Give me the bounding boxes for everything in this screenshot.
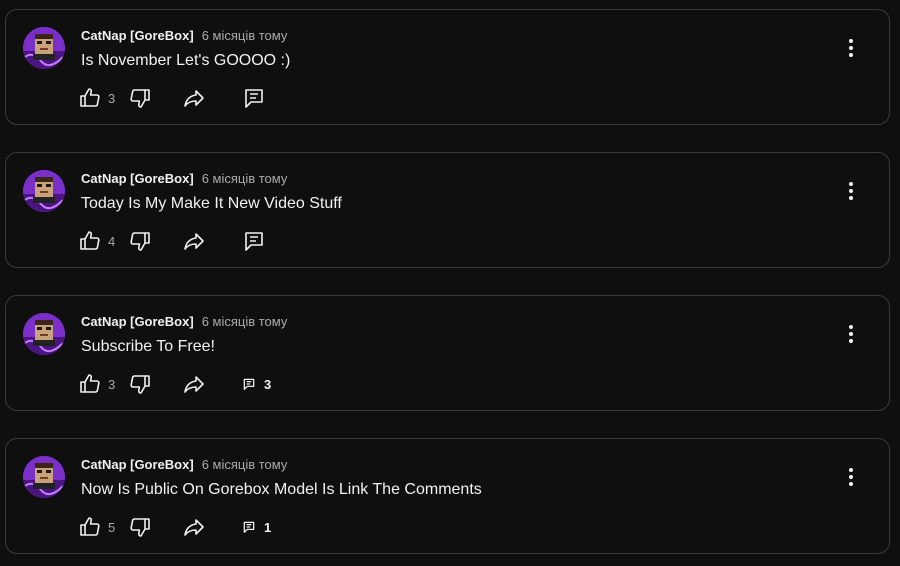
- author-name[interactable]: CatNap [GoreBox]: [81, 457, 194, 472]
- thumb-up-icon: [80, 88, 100, 107]
- post-menu-button[interactable]: [839, 36, 863, 60]
- community-post: CatNap [GoreBox] 6 місяців тому Subscrib…: [5, 295, 890, 411]
- post-header: CatNap [GoreBox] 6 місяців тому: [81, 457, 287, 472]
- thumb-up-icon: [80, 231, 100, 250]
- more-vertical-icon: [849, 182, 853, 200]
- more-vertical-icon: [849, 325, 853, 343]
- post-time[interactable]: 6 місяців тому: [202, 171, 288, 186]
- author-name[interactable]: CatNap [GoreBox]: [81, 28, 194, 43]
- comments-button[interactable]: 1: [242, 520, 271, 535]
- share-button[interactable]: [182, 515, 206, 539]
- share-icon: [184, 376, 204, 393]
- comment-icon: [245, 89, 263, 108]
- post-header: CatNap [GoreBox] 6 місяців тому: [81, 314, 287, 329]
- comments-button[interactable]: [242, 229, 266, 253]
- post-text: Is November Let's GOOOO :): [81, 52, 291, 69]
- like-count: 5: [108, 519, 116, 535]
- author-avatar[interactable]: [23, 456, 65, 498]
- comment-count: 3: [264, 376, 272, 392]
- community-post: CatNap [GoreBox] 6 місяців тому Today Is…: [5, 152, 890, 268]
- like-button[interactable]: 3: [78, 86, 124, 110]
- post-actions: 3: [78, 86, 266, 110]
- like-button[interactable]: 5: [78, 515, 124, 539]
- thumb-down-icon: [130, 89, 150, 108]
- like-button[interactable]: 4: [78, 229, 124, 253]
- dislike-button[interactable]: [128, 515, 152, 539]
- more-vertical-icon: [849, 468, 853, 486]
- share-button[interactable]: [182, 372, 206, 396]
- dislike-button[interactable]: [128, 86, 152, 110]
- thumb-down-icon: [130, 232, 150, 251]
- post-header: CatNap [GoreBox] 6 місяців тому: [81, 171, 287, 186]
- post-menu-button[interactable]: [839, 179, 863, 203]
- author-name[interactable]: CatNap [GoreBox]: [81, 314, 194, 329]
- share-icon: [184, 519, 204, 536]
- comment-icon: [245, 232, 263, 251]
- community-post: CatNap [GoreBox] 6 місяців тому Is Novem…: [5, 9, 890, 125]
- dislike-button[interactable]: [128, 372, 152, 396]
- like-count: 3: [108, 90, 116, 106]
- share-icon: [184, 233, 204, 250]
- post-actions: 3 3: [78, 372, 271, 396]
- thumb-up-icon: [80, 517, 100, 536]
- post-actions: 5 1: [78, 515, 271, 539]
- post-time[interactable]: 6 місяців тому: [202, 314, 288, 329]
- post-text: Now Is Public On Gorebox Model Is Link T…: [81, 481, 482, 498]
- dislike-button[interactable]: [128, 229, 152, 253]
- comments-button[interactable]: [242, 86, 266, 110]
- post-actions: 4: [78, 229, 266, 253]
- comment-count: 1: [264, 519, 272, 535]
- comment-icon: [243, 378, 255, 390]
- author-name[interactable]: CatNap [GoreBox]: [81, 171, 194, 186]
- author-avatar[interactable]: [23, 170, 65, 212]
- post-header: CatNap [GoreBox] 6 місяців тому: [81, 28, 287, 43]
- post-time[interactable]: 6 місяців тому: [202, 28, 288, 43]
- comments-button[interactable]: 3: [242, 377, 271, 392]
- thumb-down-icon: [130, 375, 150, 394]
- thumb-up-icon: [80, 374, 100, 393]
- author-avatar[interactable]: [23, 27, 65, 69]
- more-vertical-icon: [849, 39, 853, 57]
- post-menu-button[interactable]: [839, 322, 863, 346]
- post-text: Today Is My Make It New Video Stuff: [81, 195, 342, 212]
- like-count: 4: [108, 233, 116, 249]
- share-button[interactable]: [182, 86, 206, 110]
- community-post: CatNap [GoreBox] 6 місяців тому Now Is P…: [5, 438, 890, 554]
- like-button[interactable]: 3: [78, 372, 124, 396]
- share-button[interactable]: [182, 229, 206, 253]
- post-menu-button[interactable]: [839, 465, 863, 489]
- post-text: Subscribe To Free!: [81, 338, 215, 355]
- comment-icon: [243, 521, 255, 533]
- post-time[interactable]: 6 місяців тому: [202, 457, 288, 472]
- like-count: 3: [108, 376, 116, 392]
- share-icon: [184, 90, 204, 107]
- thumb-down-icon: [130, 518, 150, 537]
- author-avatar[interactable]: [23, 313, 65, 355]
- community-posts-feed: CatNap [GoreBox] 6 місяців тому Is Novem…: [0, 0, 900, 566]
